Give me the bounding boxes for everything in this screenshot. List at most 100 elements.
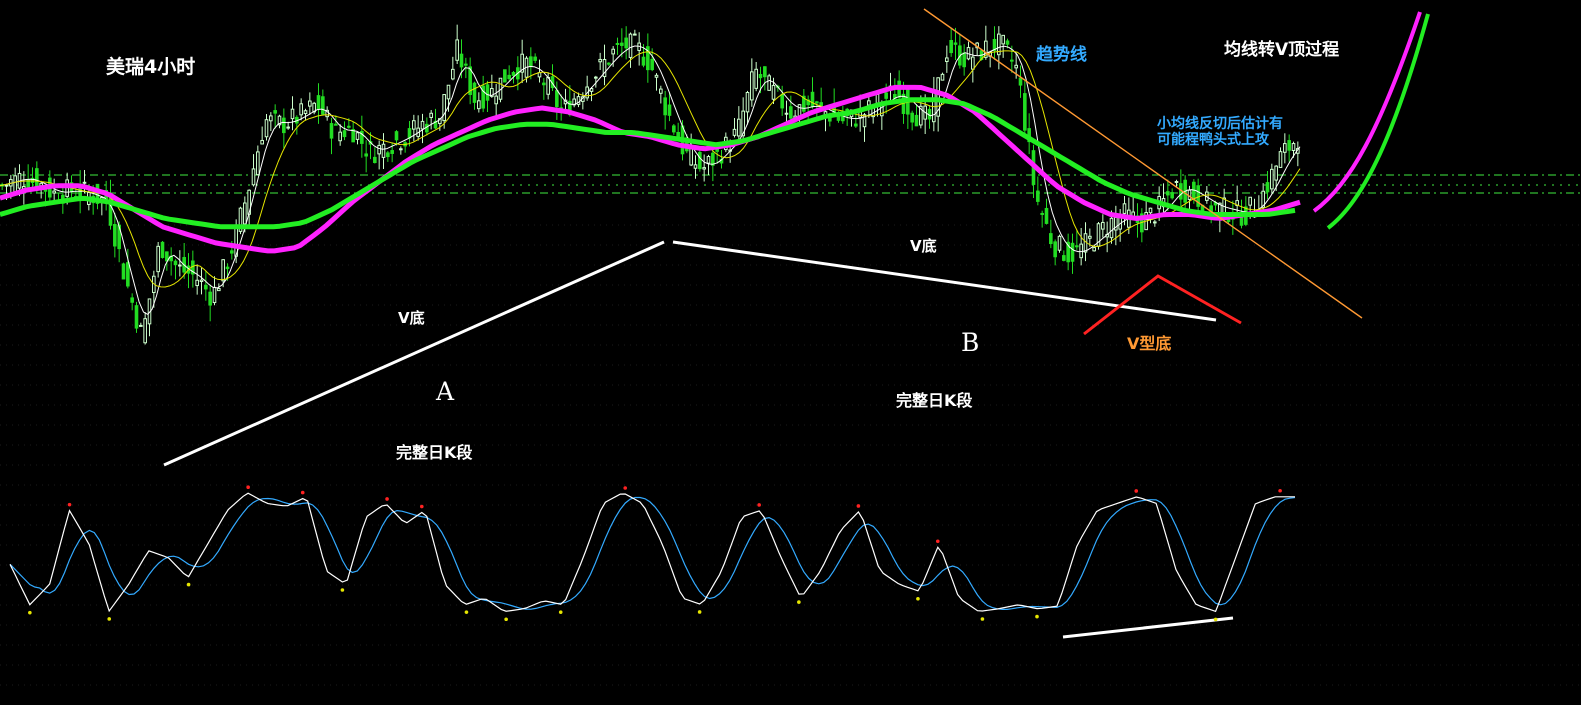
candle-body	[485, 84, 490, 101]
candle-body	[230, 250, 234, 254]
candle-body	[121, 263, 126, 280]
candle-body	[342, 130, 347, 138]
candle-body	[225, 266, 230, 270]
candle-body	[494, 95, 498, 105]
candle-body	[962, 52, 966, 68]
candle-body	[290, 108, 295, 120]
osc-trough-dot	[28, 610, 32, 615]
candle-body	[334, 123, 338, 126]
candle-body	[173, 260, 178, 266]
candle-body	[663, 97, 667, 116]
osc-peak-dot	[385, 497, 389, 501]
candle-body	[1101, 221, 1105, 230]
candle-body	[1274, 165, 1278, 181]
candle-body	[217, 288, 221, 292]
candle-body	[732, 128, 737, 136]
candle-body	[1001, 34, 1005, 45]
candle-body	[780, 94, 784, 109]
candle-body	[1278, 151, 1283, 168]
osc-peak-dot	[300, 490, 305, 495]
candle-body	[477, 100, 481, 110]
candle-body	[407, 128, 412, 139]
candle-body	[628, 33, 633, 58]
candle-body	[641, 56, 646, 66]
osc-trough-dot	[1213, 617, 1218, 622]
candle-body	[607, 62, 611, 65]
candle-body	[763, 66, 767, 78]
candle-body	[1018, 77, 1023, 86]
candle-body	[693, 164, 698, 169]
candle-body	[308, 100, 312, 107]
candle-body	[598, 58, 602, 63]
candle-body	[745, 92, 750, 113]
candle-body	[624, 37, 628, 49]
candle-body	[758, 74, 763, 79]
candle-body	[1088, 235, 1092, 239]
osc-peak-dot	[935, 539, 940, 544]
candle-body	[555, 90, 559, 108]
candle-body	[299, 103, 303, 116]
candle-body	[455, 39, 459, 61]
candle-body	[329, 123, 334, 139]
candle-body	[1075, 245, 1079, 248]
osc-trough-dot	[916, 596, 920, 601]
candle-body	[654, 74, 659, 78]
candle-body	[810, 91, 815, 108]
candle-body	[594, 76, 598, 79]
candle-body	[451, 68, 455, 80]
candle-body	[854, 123, 858, 127]
candle-body	[156, 245, 160, 273]
osc-trough-dot	[186, 582, 191, 587]
candle-body	[1166, 191, 1170, 196]
candle-body	[126, 262, 130, 287]
candle-body	[940, 73, 945, 81]
candle-body	[4, 184, 9, 187]
osc-trough-dot	[504, 617, 508, 622]
candle-body	[282, 117, 286, 134]
candle-body	[884, 92, 888, 99]
candle-body	[373, 156, 377, 163]
candle-body	[689, 146, 693, 166]
candle-body	[82, 181, 87, 184]
candle-body	[316, 95, 321, 110]
candle-body	[273, 110, 277, 114]
osc-trough-dot	[1035, 614, 1039, 619]
candle-body	[750, 71, 754, 101]
candle-body	[204, 284, 208, 290]
candle-body	[789, 106, 793, 119]
candle-body	[1170, 192, 1174, 199]
candle-body	[1153, 221, 1157, 224]
candle-body	[459, 53, 464, 68]
candle-body	[667, 104, 672, 116]
candle-body	[351, 129, 355, 143]
v-shape-bottom-label: V型底	[1127, 334, 1171, 353]
candle-body	[390, 150, 394, 154]
candle-body	[394, 131, 399, 141]
candle-body	[672, 125, 676, 133]
candle-body	[377, 144, 381, 155]
osc-trough-dot	[340, 588, 345, 592]
v-bottom-label-1: V底	[398, 309, 425, 327]
daily-segment-label-2: 完整日K段	[896, 391, 973, 410]
candle-body	[160, 241, 165, 258]
candle-body	[767, 75, 771, 91]
candle-body	[256, 151, 260, 176]
candle-body	[620, 42, 624, 46]
candle-body	[1148, 207, 1153, 214]
candle-body	[611, 48, 615, 55]
candle-body	[208, 291, 212, 306]
candle-body	[1014, 64, 1018, 69]
candle-body	[615, 42, 620, 45]
candle-body	[771, 84, 776, 100]
segment-a-label: A	[435, 377, 455, 406]
osc-peak-dot	[757, 503, 761, 507]
candle-body	[13, 175, 17, 193]
osc-trough-dot	[558, 610, 563, 614]
osc-peak-dot	[67, 502, 72, 507]
segment-b-label: B	[961, 328, 979, 357]
candle-body	[286, 126, 290, 129]
osc-trough-dot	[464, 610, 469, 614]
candle-body	[264, 119, 269, 138]
candle-body	[464, 63, 468, 66]
candle-body	[1070, 242, 1075, 262]
